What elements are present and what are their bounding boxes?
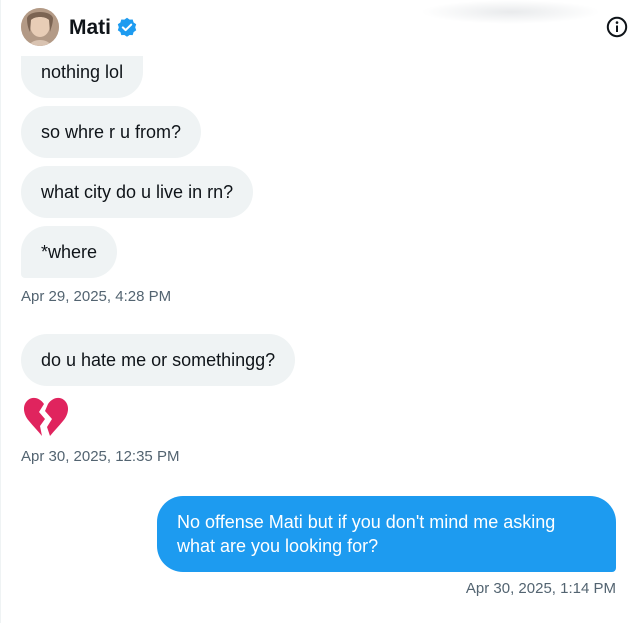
header-glow <box>421 0 601 24</box>
message-text: what city do u live in rn? <box>41 182 234 202</box>
broken-heart-icon[interactable] <box>23 396 69 438</box>
message-text: *where <box>41 242 98 262</box>
conversation-header: Mati <box>1 0 640 56</box>
message-bubble[interactable]: do u hate me or somethingg? <box>21 334 296 386</box>
message-text: so whre r u from? <box>41 122 182 142</box>
verified-badge-icon <box>117 17 137 37</box>
message-timestamp: Apr 30, 2025, 1:14 PM <box>465 580 616 597</box>
info-icon[interactable] <box>605 15 629 39</box>
message-timestamp: Apr 29, 2025, 4:28 PM <box>21 288 172 305</box>
message-bubble[interactable]: *where <box>21 226 118 278</box>
dm-conversation: nothing lol so whre r u from? what city … <box>0 0 640 623</box>
message-bubble[interactable]: what city do u live in rn? <box>21 166 254 218</box>
message-timestamp: Apr 30, 2025, 12:35 PM <box>21 448 180 465</box>
message-bubble[interactable]: so whre r u from? <box>21 106 202 158</box>
avatar-image <box>21 8 59 46</box>
contact-name[interactable]: Mati <box>69 15 111 41</box>
message-text: do u hate me or somethingg? <box>41 350 276 370</box>
message-text: nothing lol <box>41 62 124 82</box>
message-text: No offense Mati but if you don't mind me… <box>177 512 556 556</box>
sent-message-bubble[interactable]: No offense Mati but if you don't mind me… <box>157 496 616 572</box>
avatar[interactable] <box>21 8 59 46</box>
